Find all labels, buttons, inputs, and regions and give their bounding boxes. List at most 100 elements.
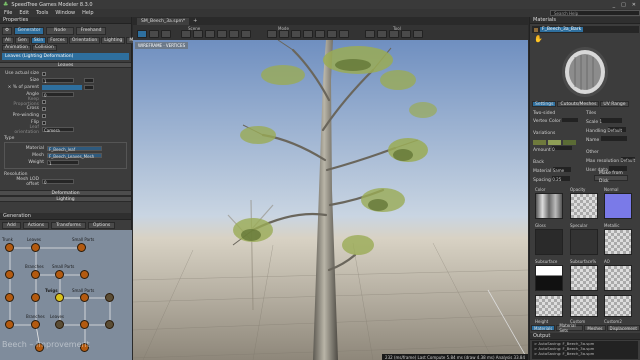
tab-meshes[interactable]: Meshes <box>584 325 606 331</box>
prop-pre-winding[interactable]: Pre-winding <box>0 112 131 119</box>
field-amount[interactable]: Amount 0 <box>533 146 583 155</box>
tool-view2[interactable] <box>161 30 171 38</box>
tool-scene-2[interactable] <box>193 30 203 38</box>
graph-node[interactable] <box>5 320 14 329</box>
tool-scene-1[interactable] <box>181 30 191 38</box>
tool-scene-6[interactable] <box>241 30 251 38</box>
tool-mode-7[interactable] <box>339 30 349 38</box>
field-spacing[interactable]: Spacing 0.25 <box>533 176 583 185</box>
menu-window[interactable]: Window <box>55 10 75 16</box>
graph-node[interactable] <box>5 293 14 302</box>
swatch-subsurface[interactable] <box>535 265 563 291</box>
prop-material[interactable]: Material F_Beech_leaf <box>5 145 126 152</box>
graph-node[interactable] <box>31 320 40 329</box>
prop-weight[interactable]: Weight 1 <box>5 159 126 166</box>
menu-edit[interactable]: Edit <box>19 10 29 16</box>
tool-scene-5[interactable] <box>229 30 239 38</box>
gen-options-button[interactable]: Options <box>87 221 116 229</box>
tab-displacement[interactable]: Displacement <box>606 325 640 331</box>
doc-tab-file[interactable]: SM_Beech_3a.spm* <box>137 17 190 25</box>
subtab-all[interactable]: All <box>2 36 14 44</box>
tool-camera[interactable] <box>137 30 147 38</box>
graph-node-trunk[interactable] <box>5 243 14 252</box>
subtab-skin[interactable]: Skin <box>30 36 47 44</box>
subtab-lighting[interactable]: Lighting <box>101 36 126 44</box>
menu-help[interactable]: Help <box>82 10 93 16</box>
swatch-subsurface-percent[interactable] <box>570 265 598 291</box>
graph-node[interactable] <box>55 320 64 329</box>
section-lighting[interactable]: Lighting <box>0 196 131 202</box>
graph-node[interactable] <box>105 320 114 329</box>
prop-leaf-orientation[interactable]: Leaf orientation Camera <box>0 125 131 135</box>
tool-mode-4[interactable] <box>303 30 313 38</box>
graph-node-selected[interactable] <box>55 293 64 302</box>
field-handling[interactable]: Handling Default <box>586 127 638 136</box>
tool-4[interactable] <box>401 30 411 38</box>
graph-node[interactable] <box>5 270 14 279</box>
swatch-ao[interactable] <box>604 265 632 291</box>
field-back-material[interactable]: Material Same <box>533 167 583 176</box>
graph-node[interactable] <box>31 293 40 302</box>
tool-1[interactable] <box>365 30 375 38</box>
swatch-metallic[interactable] <box>604 229 632 255</box>
mode-tab-generator[interactable]: Generator <box>14 26 44 35</box>
mode-tab-node[interactable]: Node <box>46 26 74 35</box>
tool-mode-5[interactable] <box>315 30 325 38</box>
swatch-extra-2[interactable] <box>570 295 598 317</box>
graph-node[interactable] <box>31 270 40 279</box>
search-help-input[interactable]: Search Help <box>550 10 640 16</box>
variation-swatches[interactable] <box>533 138 583 146</box>
minimize-button[interactable]: _ <box>613 2 616 8</box>
tab-material-sets[interactable]: Material Sets <box>556 323 584 333</box>
close-button[interactable]: ✕ <box>632 2 636 8</box>
field-max-resolution[interactable]: Max resolution Default <box>586 157 638 166</box>
field-two-sided[interactable]: Two-sided <box>533 110 583 118</box>
graph-node[interactable] <box>80 320 89 329</box>
field-vertex-color[interactable]: Vertex Color <box>533 118 583 126</box>
field-scale[interactable]: Scale 1 <box>586 118 638 127</box>
tool-view[interactable] <box>149 30 159 38</box>
field-name[interactable]: Name <box>586 136 638 145</box>
swatch-opacity[interactable] <box>570 193 598 219</box>
graph-node[interactable] <box>55 270 64 279</box>
make-from-disk-button[interactable]: Make from Disk <box>594 171 628 184</box>
tool-mode-2[interactable] <box>279 30 289 38</box>
prop-mesh-lod-offset[interactable]: Mesh LOD offset 0 <box>0 177 131 187</box>
menu-tools[interactable]: Tools <box>36 10 48 16</box>
graph-node[interactable] <box>77 243 86 252</box>
tool-scene-4[interactable] <box>217 30 227 38</box>
swatch-color[interactable] <box>535 193 563 219</box>
gen-actions-button[interactable]: Actions <box>22 221 50 229</box>
generator-graph[interactable]: Trunk Leaves Small Parts Branches Small … <box>0 230 132 360</box>
prop-cross[interactable]: Cross <box>0 105 131 112</box>
tab-settings[interactable]: Settings <box>532 101 557 107</box>
tab-uv-range[interactable]: UV Range <box>600 101 629 107</box>
subtab-forces[interactable]: Forces <box>47 36 68 44</box>
mode-tab-freehand[interactable]: Freehand <box>76 26 106 35</box>
graph-node[interactable] <box>31 243 40 252</box>
tool-2[interactable] <box>377 30 387 38</box>
tab-materials[interactable]: Materials <box>531 325 556 331</box>
swatch-gloss[interactable] <box>535 229 563 255</box>
prop-keep-proportions[interactable]: Keep Proportions <box>0 97 131 107</box>
3d-scene[interactable]: WIREFRAME · VERTICES 232 (ms/frame) Last… <box>133 40 528 360</box>
prop-mesh[interactable]: Mesh F_Beech_Leaves_Mesh <box>5 152 126 159</box>
swatch-specular[interactable] <box>570 229 598 255</box>
hand-icon[interactable]: ✋ <box>534 35 543 43</box>
prop-percent-parent[interactable]: × % of parent <box>0 84 131 91</box>
gen-add-button[interactable]: Add <box>2 221 21 229</box>
viewport[interactable]: SM_Beech_3a.spm* + Scene Mode Tool WIREF… <box>133 17 528 360</box>
graph-node[interactable] <box>105 293 114 302</box>
subtab-orientation[interactable]: Orientation <box>68 36 101 44</box>
subtab-gen[interactable]: Gen <box>14 36 30 44</box>
tool-3[interactable] <box>389 30 399 38</box>
graph-node[interactable] <box>80 293 89 302</box>
tool-5[interactable] <box>413 30 423 38</box>
subtab-animation[interactable]: Animation <box>2 44 31 51</box>
gen-transforms-button[interactable]: Transforms <box>51 221 86 229</box>
maximize-button[interactable]: □ <box>621 2 626 8</box>
swatch-extra-1[interactable] <box>535 295 563 317</box>
tool-mode-1[interactable] <box>267 30 277 38</box>
graph-node[interactable] <box>80 270 89 279</box>
tool-mode-6[interactable] <box>327 30 337 38</box>
